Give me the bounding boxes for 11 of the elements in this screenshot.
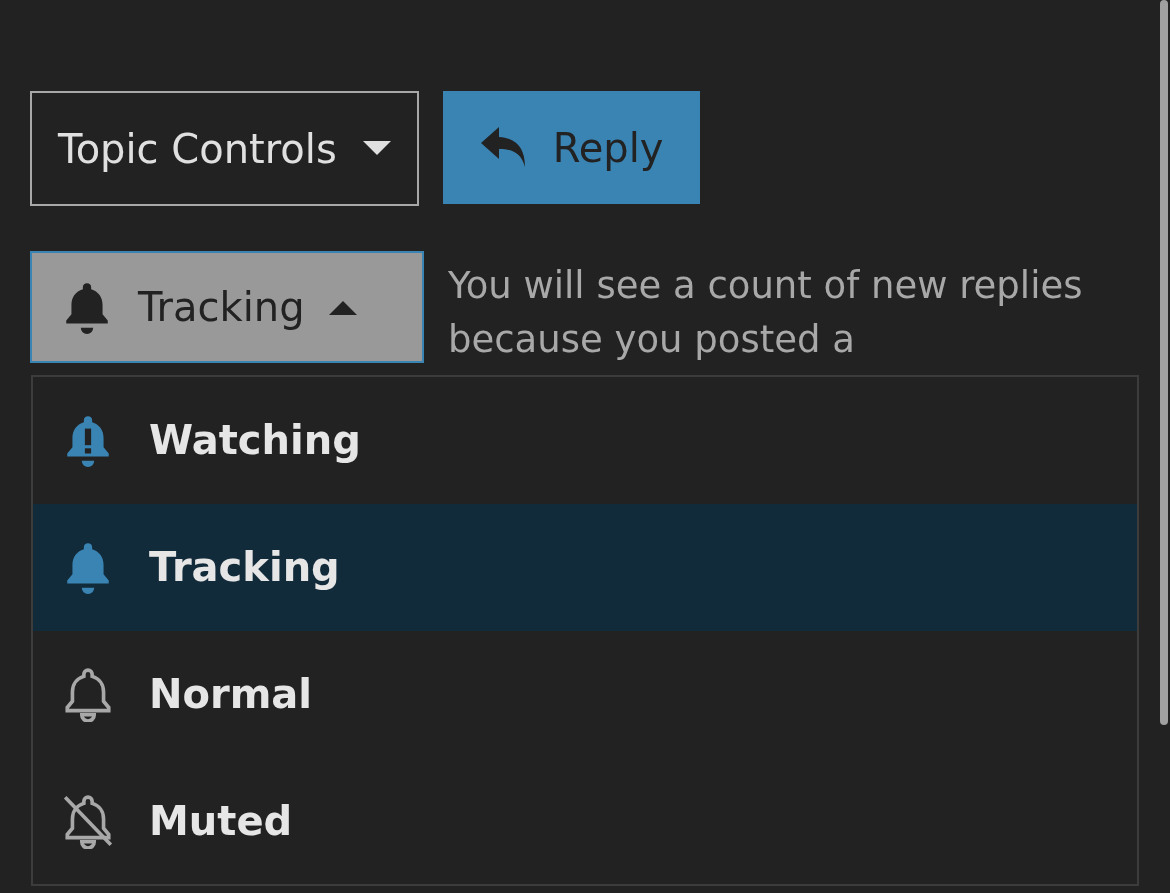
menu-item[interactable]: Tracking — [33, 503, 1137, 631]
reply-button[interactable]: Reply — [442, 91, 700, 204]
caret-icon — [362, 140, 391, 157]
menu-item[interactable]: Muted — [33, 757, 1137, 884]
menu-item[interactable]: Normal — [33, 630, 1137, 758]
caret-icon — [328, 299, 357, 315]
menu-item[interactable]: Watching — [33, 377, 1137, 504]
notification-level-button[interactable]: Tracking — [30, 251, 424, 363]
topic-controls-button[interactable]: Topic Controls — [30, 91, 419, 206]
bell-off-icon — [61, 792, 115, 849]
notification-description: You will see a count of new replies because you posted a — [448, 263, 1084, 363]
